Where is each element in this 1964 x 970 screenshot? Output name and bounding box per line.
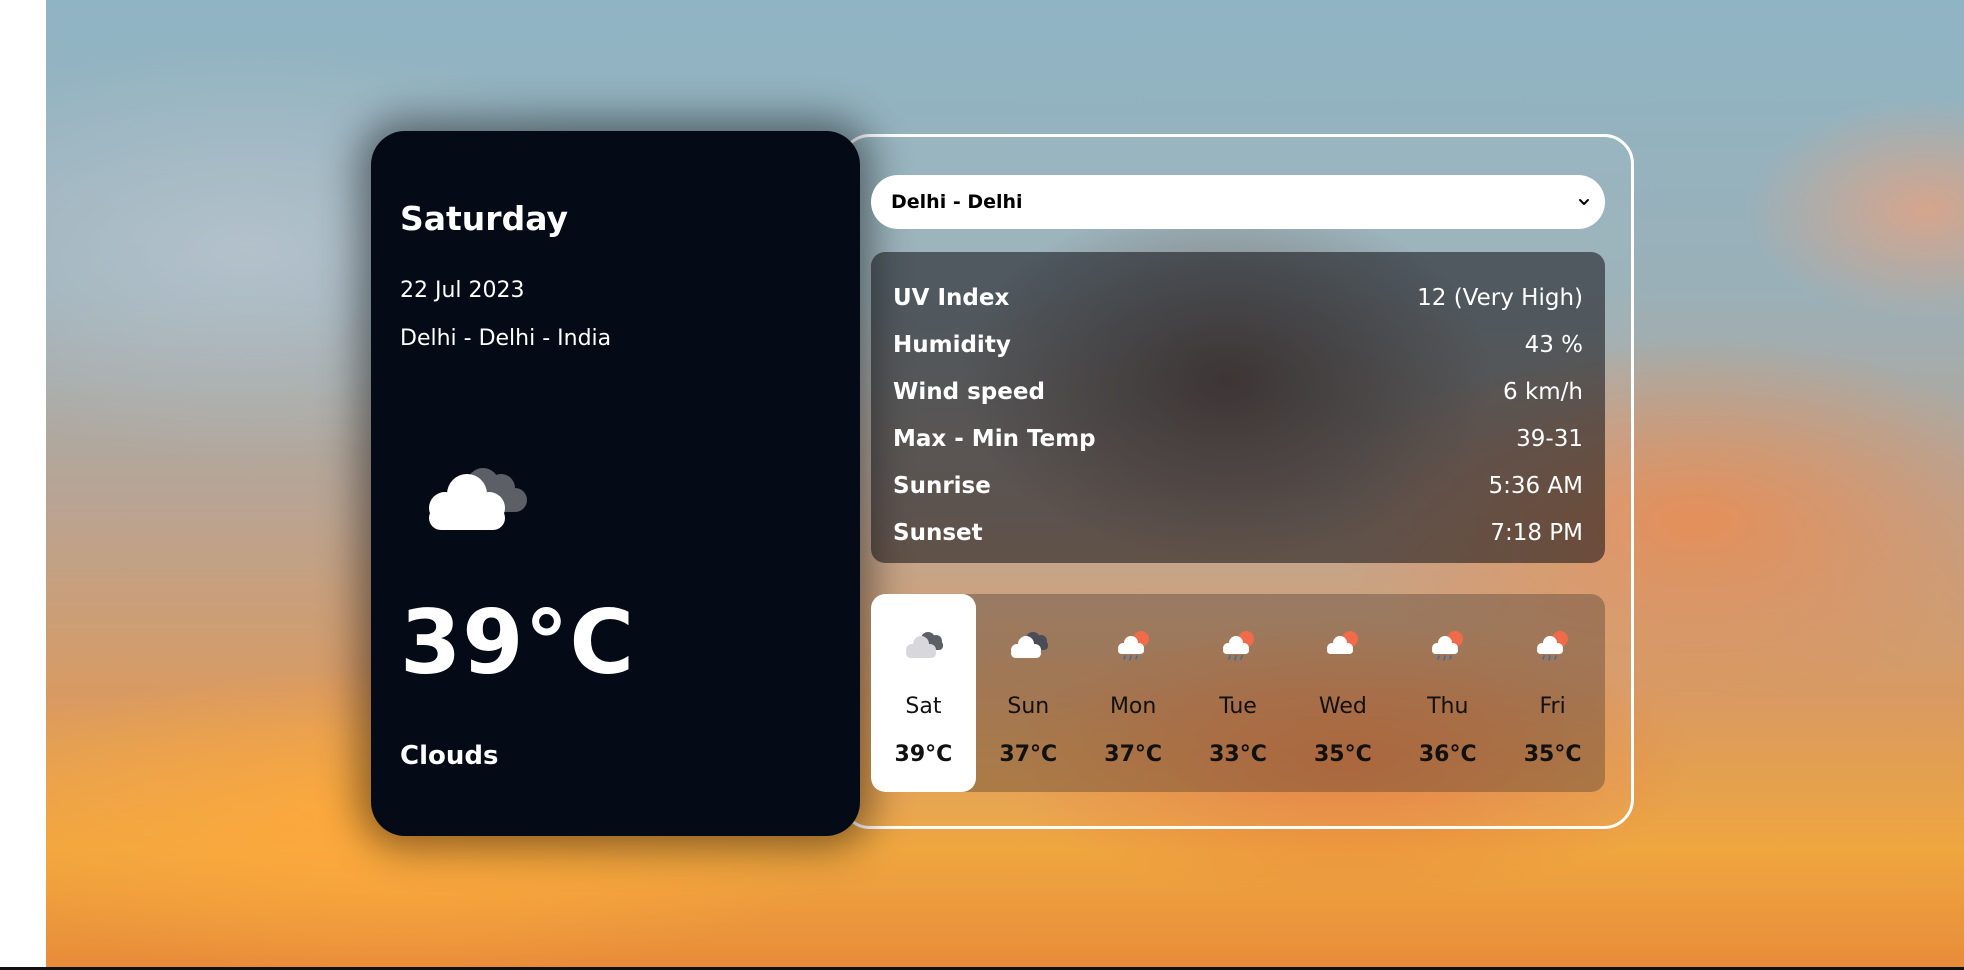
current-location: Delhi - Delhi - India (400, 326, 612, 351)
clouds-icon (906, 632, 943, 658)
detail-label: UV Index (893, 284, 1010, 311)
detail-label: Wind speed (893, 378, 1045, 405)
detail-value: 39-31 (1516, 425, 1583, 452)
detail-value: 5:36 AM (1488, 472, 1583, 499)
forecast-day-temp: 33°C (1209, 742, 1267, 767)
forecast-day-mon[interactable]: Mon 37°C (1081, 594, 1186, 792)
current-temperature: 39°C (400, 591, 636, 694)
detail-label: Max - Min Temp (893, 425, 1096, 452)
detail-value: 12 (Very High) (1417, 284, 1583, 311)
forecast-day-temp: 39°C (894, 742, 953, 767)
forecast-day-wed[interactable]: Wed 35°C (1290, 594, 1395, 792)
sun-rain-cloud-icon (1222, 631, 1254, 661)
detail-row-humidity: Humidity 43 % (893, 321, 1583, 368)
forecast-day-thu[interactable]: Thu 36°C (1395, 594, 1500, 792)
forecast-day-temp: 35°C (1313, 742, 1372, 767)
current-day: Saturday (400, 199, 568, 238)
current-date: 22 Jul 2023 (400, 278, 525, 303)
forecast-day-name: Sun (1007, 694, 1050, 719)
forecast-day-tue[interactable]: Tue 33°C (1186, 594, 1291, 792)
forecast-day-name: Fri (1539, 694, 1566, 719)
detail-value: 7:18 PM (1490, 519, 1583, 546)
forecast-day-sat[interactable]: Sat 39°C (871, 594, 976, 792)
forecast-day-name: Mon (1109, 694, 1157, 719)
detail-value: 6 km/h (1503, 378, 1583, 405)
city-select[interactable]: Delhi - Delhi (871, 175, 1605, 229)
city-select-value: Delhi - Delhi (891, 191, 1023, 213)
sun-rain-cloud-icon (1117, 631, 1149, 661)
detail-label: Sunrise (893, 472, 991, 499)
forecast-day-sun[interactable]: Sun 37°C (976, 594, 1081, 792)
detail-label: Humidity (893, 331, 1011, 358)
sun-rain-cloud-icon (1537, 631, 1569, 661)
forecast-day-temp: 35°C (1523, 742, 1582, 767)
detail-row-uv-index: UV Index 12 (Very High) (893, 274, 1583, 321)
current-weather-card: Saturday 22 Jul 2023 Delhi - Delhi - Ind… (371, 131, 860, 836)
forecast-day-name: Wed (1318, 694, 1367, 719)
sun-rain-cloud-icon (1432, 631, 1464, 661)
detail-row-sunrise: Sunrise 5:36 AM (893, 462, 1583, 509)
forecast-day-name: Tue (1219, 694, 1257, 719)
weather-details-panel: UV Index 12 (Very High) Humidity 43 % Wi… (871, 252, 1605, 563)
forecast-day-fri[interactable]: Fri 35°C (1500, 594, 1605, 792)
current-condition: Clouds (400, 741, 499, 771)
forecast-day-temp: 36°C (1418, 742, 1477, 767)
detail-row-sunset: Sunset 7:18 PM (893, 509, 1583, 556)
detail-label: Sunset (893, 519, 983, 546)
detail-value: 43 % (1524, 331, 1583, 358)
forecast-day-temp: 37°C (999, 742, 1058, 767)
clouds-icon (429, 468, 527, 530)
forecast-day-temp: 37°C (1104, 742, 1163, 767)
forecast-panel: Sat 39°C Sun 37°C Mon 37°C Tue 33°C Wed … (871, 594, 1605, 792)
chevron-down-icon (1579, 199, 1589, 205)
detail-row-max-min-temp: Max - Min Temp 39-31 (893, 415, 1583, 462)
forecast-day-name: Thu (1427, 694, 1469, 719)
forecast-day-name: Sat (905, 694, 942, 719)
sun-cloud-icon (1327, 631, 1359, 654)
detail-row-wind-speed: Wind speed 6 km/h (893, 368, 1583, 415)
clouds-icon (1010, 632, 1048, 658)
